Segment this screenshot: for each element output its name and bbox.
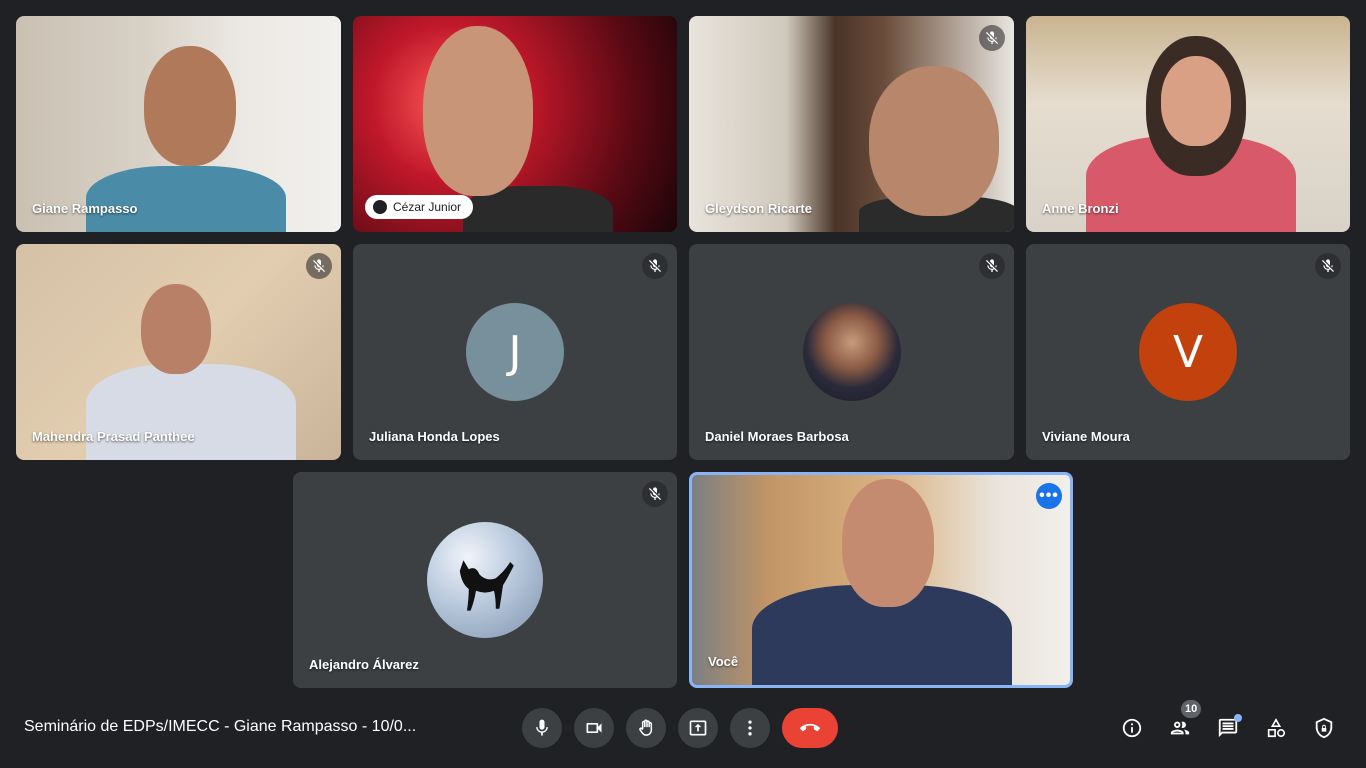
muted-mic-icon bbox=[306, 253, 332, 279]
activities-button[interactable] bbox=[1260, 712, 1292, 744]
more-vert-icon bbox=[748, 720, 752, 736]
video-feed bbox=[86, 364, 296, 460]
camera-icon bbox=[586, 723, 602, 733]
muted-mic-icon bbox=[642, 481, 668, 507]
present-icon bbox=[689, 720, 707, 736]
participant-name: Você bbox=[708, 654, 739, 669]
present-screen-button[interactable] bbox=[678, 708, 718, 748]
muted-mic-icon bbox=[979, 25, 1005, 51]
hand-icon bbox=[639, 719, 653, 736]
meeting-title: Seminário de EDPs/IMECC - Giane Rampasso… bbox=[24, 718, 417, 735]
info-icon bbox=[1122, 718, 1142, 738]
host-controls-button[interactable] bbox=[1308, 712, 1340, 744]
participant-tile-mahendra[interactable]: Mahendra Prasad Panthee bbox=[16, 244, 341, 460]
avatar bbox=[802, 303, 901, 401]
avatar bbox=[427, 522, 543, 638]
participant-name: Cézar Junior bbox=[393, 200, 462, 214]
presenter-pill: Cézar Junior bbox=[365, 195, 474, 219]
raise-hand-button[interactable] bbox=[626, 708, 666, 748]
presenter-icon bbox=[373, 200, 387, 214]
microphone-button[interactable] bbox=[522, 708, 562, 748]
muted-mic-icon bbox=[1315, 253, 1341, 279]
participant-count-badge: 10 bbox=[1181, 700, 1202, 718]
people-icon bbox=[1170, 721, 1190, 735]
video-feed bbox=[141, 284, 211, 374]
meeting-details-button[interactable] bbox=[1116, 712, 1148, 744]
participant-name: Anne Bronzi bbox=[1042, 201, 1119, 216]
participant-tile-viviane[interactable]: V Viviane Moura bbox=[1026, 244, 1350, 460]
participant-tile-giane[interactable]: Giane Rampasso bbox=[16, 16, 341, 232]
hang-up-icon bbox=[800, 723, 820, 732]
more-options-button[interactable] bbox=[730, 708, 770, 748]
video-feed bbox=[1161, 56, 1231, 146]
muted-mic-icon bbox=[642, 253, 668, 279]
avatar: V bbox=[1139, 303, 1237, 401]
participant-name: Giane Rampasso bbox=[32, 201, 138, 216]
shield-lock-icon bbox=[1315, 717, 1333, 739]
participant-tile-cezar[interactable]: Cézar Junior bbox=[353, 16, 677, 232]
participant-tile-self[interactable]: ••• Você bbox=[689, 472, 1073, 688]
avatar: J bbox=[466, 303, 564, 401]
participant-tile-alejandro[interactable]: Alejandro Álvarez bbox=[293, 472, 677, 688]
participant-name: Daniel Moraes Barbosa bbox=[705, 429, 849, 444]
muted-mic-icon bbox=[979, 253, 1005, 279]
participant-tile-juliana[interactable]: J Juliana Honda Lopes bbox=[353, 244, 677, 460]
participant-name: Juliana Honda Lopes bbox=[369, 429, 500, 444]
unread-indicator bbox=[1234, 714, 1242, 722]
participant-name: Viviane Moura bbox=[1042, 429, 1130, 444]
camera-button[interactable] bbox=[574, 708, 614, 748]
shapes-icon bbox=[1267, 718, 1286, 738]
microphone-icon bbox=[536, 719, 548, 736]
video-feed bbox=[144, 46, 236, 166]
more-options-icon[interactable]: ••• bbox=[1036, 483, 1062, 509]
participant-name: Alejandro Álvarez bbox=[309, 657, 419, 672]
video-feed bbox=[86, 166, 286, 232]
video-feed bbox=[842, 479, 934, 607]
video-feed bbox=[869, 66, 999, 216]
participant-tile-daniel[interactable]: Daniel Moraes Barbosa bbox=[689, 244, 1014, 460]
video-feed bbox=[423, 26, 533, 196]
participant-tile-anne[interactable]: Anne Bronzi bbox=[1026, 16, 1350, 232]
leave-call-button[interactable] bbox=[782, 708, 838, 748]
participant-name: Mahendra Prasad Panthee bbox=[32, 429, 195, 444]
cat-drawing-icon bbox=[459, 560, 514, 611]
participant-name: Gleydson Ricarte bbox=[705, 201, 812, 216]
participant-tile-gleydson[interactable]: Gleydson Ricarte bbox=[689, 16, 1014, 232]
